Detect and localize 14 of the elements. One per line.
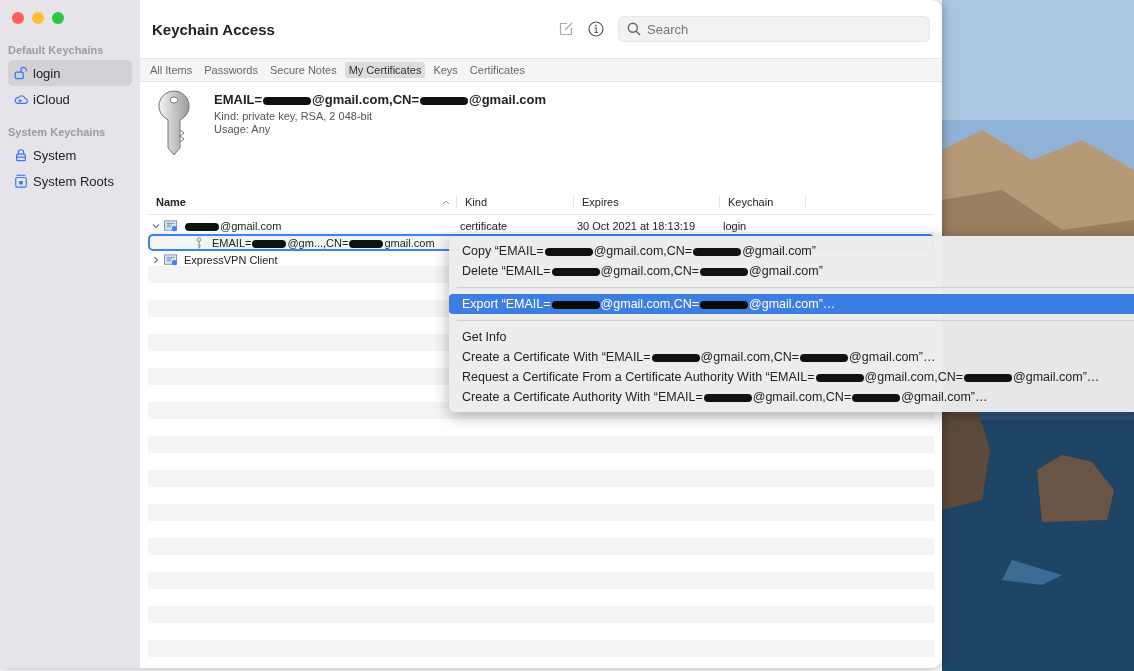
section-heading: System Keychains (7, 126, 107, 138)
section-heading: Default Keychains (7, 44, 105, 56)
window-title: Keychain Access (152, 20, 276, 38)
field-label: Usage: (214, 123, 249, 135)
table-cell-text: 30 Oct 2021 at 18:13:19 (576, 219, 697, 232)
name-cell-text: EMAIL= @gm...,CN= gmail.com (211, 236, 435, 249)
name-cell: @gmail.com (182, 219, 282, 232)
name-cell-text: ExpressVPN Client (183, 253, 278, 266)
item-title: EMAIL= @gmail.com,CN= @gmail.com (214, 92, 546, 107)
field-value: Any (251, 123, 271, 135)
field-value: private key, RSA, 2 048-bit (242, 110, 373, 122)
field-label: Kind: (214, 110, 240, 122)
table-cell-text: login (722, 219, 748, 232)
table-cell-text: certificate (459, 219, 509, 232)
